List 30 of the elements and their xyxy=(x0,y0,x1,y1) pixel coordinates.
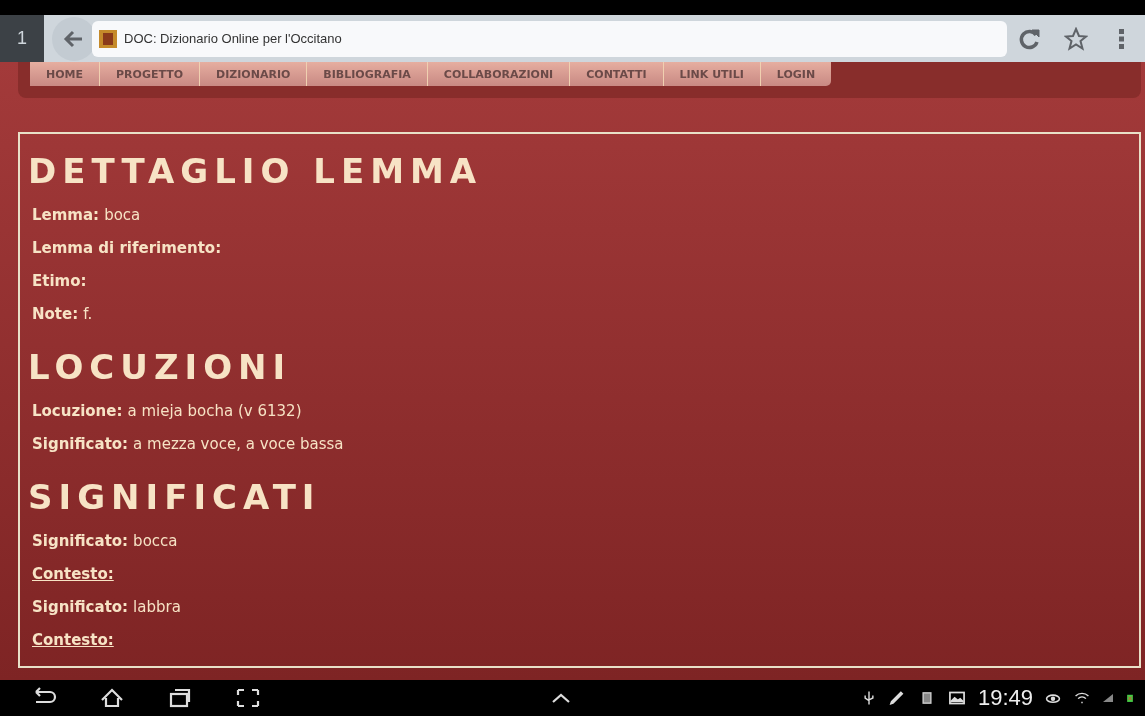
site-icon xyxy=(98,28,118,49)
address-bar[interactable]: DOC: Dizionario Online per l'Occitano xyxy=(92,20,1007,57)
screenshot-icon[interactable] xyxy=(234,686,262,710)
section-heading: LOCUZIONI xyxy=(28,350,293,384)
field-line: Significato: bocca xyxy=(31,530,179,552)
star-outline-icon xyxy=(1064,26,1088,51)
tab-count[interactable]: 1 xyxy=(0,15,44,62)
nav-tab[interactable]: CONTATTI xyxy=(570,62,664,86)
field-line: Lemma: boca xyxy=(31,204,142,226)
context-link[interactable]: Contesto: xyxy=(32,630,114,649)
nav-tab[interactable]: HOME xyxy=(30,62,101,86)
context-link[interactable]: Contesto: xyxy=(32,564,114,583)
dots-icon xyxy=(1119,28,1125,49)
nav-tab[interactable]: PROGETTO xyxy=(100,62,201,86)
nav-tab[interactable]: COLLABORAZIONI xyxy=(427,62,571,86)
field-line: Significato: labbra xyxy=(31,596,182,618)
page-title: DOC: Dizionario Online per l'Occitano xyxy=(124,31,342,46)
nav-tab[interactable]: LINK UTILI xyxy=(663,62,761,86)
field-line: Note: f. xyxy=(31,303,94,325)
reload-icon xyxy=(1018,26,1042,51)
field-label: Etimo: xyxy=(32,271,87,290)
section-heading: DETTAGLIO LEMMA xyxy=(28,154,484,188)
nav-tab[interactable]: BIBLIOGRAFIA xyxy=(307,62,428,86)
nav-tab[interactable]: LOGIN xyxy=(760,62,832,86)
field-line: Locuzione: a mieja bocha (v 6132) xyxy=(31,400,303,422)
nav-tab[interactable]: DIZIONARIO xyxy=(200,62,308,86)
section-heading: SIGNIFICATI xyxy=(28,480,322,514)
field-label: Lemma di riferimento: xyxy=(32,238,222,257)
field-line: Significato: a mezza voce, a voce bassa xyxy=(31,433,345,455)
clock: 19:49 xyxy=(977,685,1033,711)
